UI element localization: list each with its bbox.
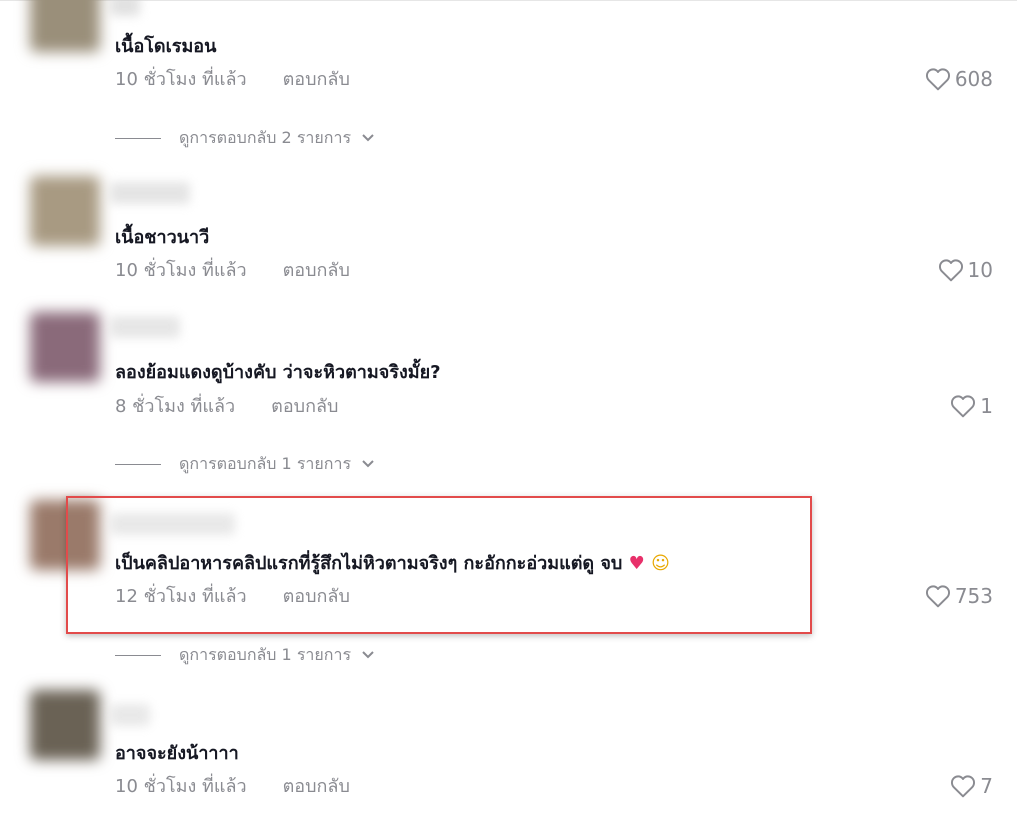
chevron-down-icon xyxy=(361,459,375,469)
view-replies-label: ดูการตอบกลับ 1 รายการ xyxy=(179,645,352,664)
reply-button[interactable]: ตอบกลับ xyxy=(283,585,350,609)
avatar[interactable] xyxy=(30,0,100,52)
reply-button[interactable]: ตอบกลับ xyxy=(283,259,350,283)
reply-divider-line xyxy=(115,463,161,465)
comment-text: อาจจะยังน้าาาา xyxy=(115,743,239,764)
avatar[interactable] xyxy=(30,500,100,570)
comment-time: 10 ชั่วโมง ที่แล้ว xyxy=(115,776,247,797)
reply-button[interactable]: ตอบกลับ xyxy=(271,395,338,419)
top-divider xyxy=(0,0,1017,1)
like-count: 608 xyxy=(954,67,993,91)
comment-time: 10 ชั่วโมง ที่แล้ว xyxy=(115,69,247,90)
comment-meta: 10 ชั่วโมง ที่แล้ว ตอบกลับ xyxy=(115,68,350,92)
comment-time: 8 ชั่วโมง ที่แล้ว xyxy=(115,396,236,417)
like-count: 753 xyxy=(954,584,993,608)
like-button[interactable]: 10 xyxy=(938,258,993,282)
comment-time: 12 ชั่วโมง ที่แล้ว xyxy=(115,586,247,607)
like-button[interactable]: 753 xyxy=(925,584,993,608)
comment-text: ลองย้อมแดงดูบ้างคับ ว่าจะหิวตามจริงมั้ย? xyxy=(115,362,441,383)
username-blurred[interactable] xyxy=(110,513,235,535)
reply-button[interactable]: ตอบกลับ xyxy=(283,775,350,799)
like-button[interactable]: 7 xyxy=(950,774,993,798)
view-replies-label: ดูการตอบกลับ 1 รายการ xyxy=(179,454,352,473)
laughing-face-emoji-icon: ☺ xyxy=(651,553,670,574)
like-count: 7 xyxy=(980,774,993,798)
comment-text: เนื้อชาวนาวี xyxy=(115,227,210,248)
heart-outline-icon xyxy=(951,775,976,798)
view-replies-button[interactable]: ดูการตอบกลับ 1 รายการ xyxy=(115,453,375,475)
comment-meta: 8 ชั่วโมง ที่แล้ว ตอบกลับ xyxy=(115,395,338,419)
view-replies-button[interactable]: ดูการตอบกลับ 1 รายการ xyxy=(115,644,375,666)
heart-outline-icon xyxy=(951,395,976,418)
comment-meta: 12 ชั่วโมง ที่แล้ว ตอบกลับ xyxy=(115,585,350,609)
comment-meta: 10 ชั่วโมง ที่แล้ว ตอบกลับ xyxy=(115,775,350,799)
heart-outline-icon xyxy=(925,585,950,608)
comment-time: 10 ชั่วโมง ที่แล้ว xyxy=(115,260,247,281)
view-replies-button[interactable]: ดูการตอบกลับ 2 รายการ xyxy=(115,127,375,149)
chevron-down-icon xyxy=(361,133,375,143)
comment-text: เนื้อโดเรมอน xyxy=(115,36,217,57)
username-blurred[interactable] xyxy=(110,182,190,204)
username-blurred[interactable] xyxy=(110,0,140,16)
like-button[interactable]: 608 xyxy=(925,67,993,91)
heart-emoji-icon: ♥ xyxy=(628,553,645,574)
avatar[interactable] xyxy=(30,690,100,760)
comment-text: เป็นคลิปอาหารคลิปแรกที่รู้สึกไม่หิวตามจร… xyxy=(115,551,670,577)
username-blurred[interactable] xyxy=(110,316,180,338)
reply-divider-line xyxy=(115,137,161,139)
view-replies-label: ดูการตอบกลับ 2 รายการ xyxy=(179,128,352,147)
username-blurred[interactable] xyxy=(110,704,150,726)
avatar[interactable] xyxy=(30,312,100,382)
reply-divider-line xyxy=(115,654,161,656)
like-button[interactable]: 1 xyxy=(950,394,993,418)
heart-outline-icon xyxy=(925,68,950,91)
like-count: 1 xyxy=(980,394,993,418)
heart-outline-icon xyxy=(938,259,963,282)
chevron-down-icon xyxy=(361,650,375,660)
avatar[interactable] xyxy=(30,176,100,246)
reply-button[interactable]: ตอบกลับ xyxy=(283,68,350,92)
comment-text-body: เป็นคลิปอาหารคลิปแรกที่รู้สึกไม่หิวตามจร… xyxy=(115,553,623,574)
comment-meta: 10 ชั่วโมง ที่แล้ว ตอบกลับ xyxy=(115,259,350,283)
like-count: 10 xyxy=(967,258,993,282)
